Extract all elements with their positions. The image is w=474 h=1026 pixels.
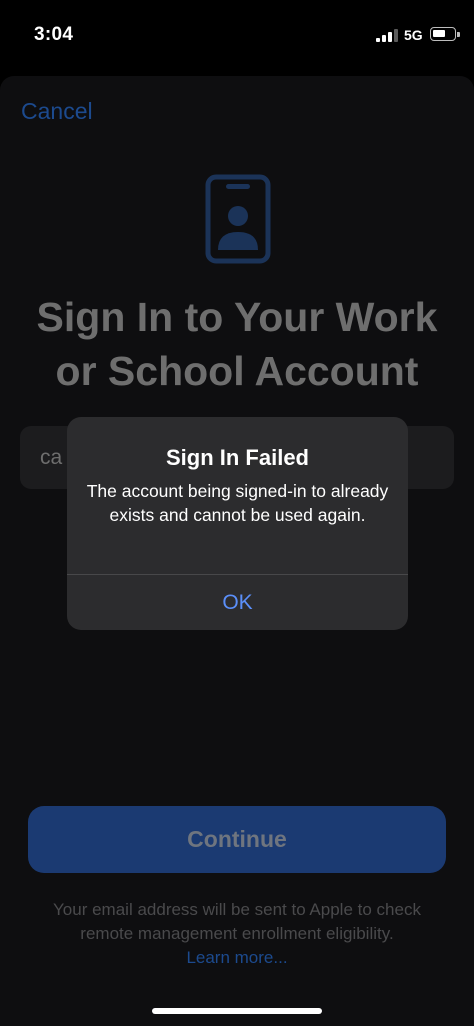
ok-button[interactable]: OK bbox=[67, 575, 408, 630]
cellular-signal-icon bbox=[376, 29, 398, 42]
home-indicator[interactable] bbox=[152, 1008, 322, 1014]
title-line-2: or School Account bbox=[55, 348, 419, 394]
screen: 3:04 5G Cancel Sign In to Your Work or S… bbox=[0, 0, 474, 1026]
continue-button[interactable]: Continue bbox=[28, 806, 446, 873]
learn-more-link[interactable]: Learn more... bbox=[0, 946, 474, 970]
cancel-button[interactable]: Cancel bbox=[21, 98, 93, 125]
status-bar: 3:04 5G bbox=[0, 0, 474, 70]
footer-disclaimer: Your email address will be sent to Apple… bbox=[0, 898, 474, 970]
footer-line-2: remote management enrollment eligibility… bbox=[80, 924, 394, 943]
network-type: 5G bbox=[404, 27, 423, 43]
alert-title: Sign In Failed bbox=[165, 445, 309, 470]
title-line-1: Sign In to Your Work bbox=[36, 294, 438, 340]
footer-line-1: Your email address will be sent to Apple… bbox=[53, 900, 421, 919]
person-badge-icon bbox=[205, 174, 271, 264]
page-title: Sign In to Your Work or School Account bbox=[0, 290, 474, 398]
sign-in-failed-alert: Sign In Failed The account being signed-… bbox=[67, 417, 408, 630]
status-time: 3:04 bbox=[34, 24, 74, 45]
battery-icon bbox=[430, 27, 460, 41]
alert-message: The account being signed-in to already e… bbox=[86, 481, 389, 525]
